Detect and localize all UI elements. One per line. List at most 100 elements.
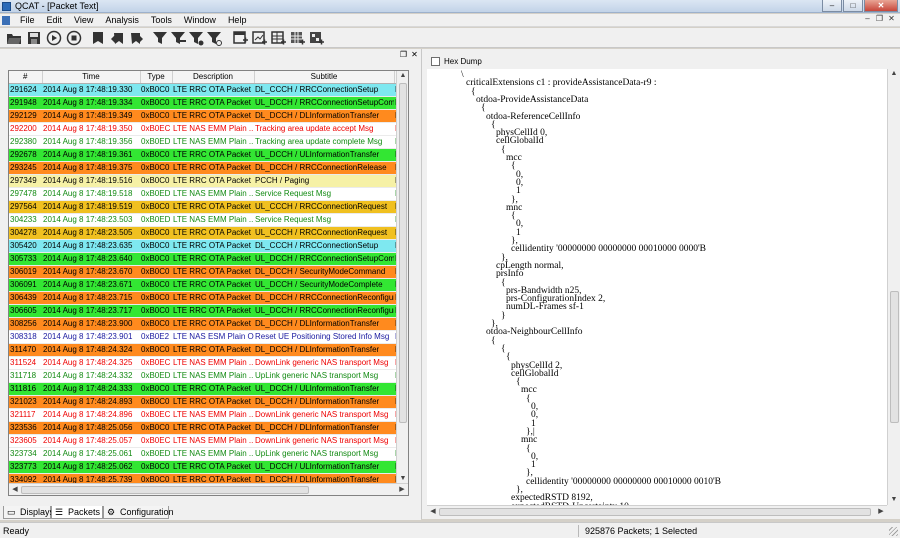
table-row[interactable]: 308318 2014 Aug 8 17:48:23.901 0xB0E2 LTE N…	[9, 330, 408, 344]
scroll-thumb[interactable]	[439, 508, 871, 516]
table-row[interactable]: 293245 2014 Aug 8 17:48:19.375 0xB0C0 LTE R…	[9, 161, 408, 175]
save-icon[interactable]	[26, 30, 42, 46]
scroll-right-icon[interactable]: ▶	[397, 485, 407, 495]
table-row[interactable]: 306091 2014 Aug 8 17:48:23.671 0xB0C0 LTE R…	[9, 278, 408, 292]
close-button[interactable]: ✕	[864, 0, 898, 12]
table-row[interactable]: 297478 2014 Aug 8 17:48:19.518 0xB0ED LTE N…	[9, 187, 408, 201]
bookmark-next-icon[interactable]	[110, 30, 126, 46]
child-close-button[interactable]: ✕	[887, 15, 896, 24]
text-vertical-scrollbar[interactable]: ▲ ▼	[887, 69, 900, 505]
cell-n: 321023	[9, 395, 42, 409]
cell-sub: UL_CCCH / RRCConnectionRequest	[254, 200, 394, 214]
menu-window[interactable]: Window	[178, 14, 222, 27]
table-row[interactable]: 304278 2014 Aug 8 17:48:23.505 0xB0C0 LTE R…	[9, 226, 408, 240]
play-icon[interactable]	[46, 30, 62, 46]
column-subtitle-header[interactable]: Subtitle	[254, 71, 395, 84]
add-graph-icon[interactable]	[251, 30, 267, 46]
table-row[interactable]: 305420 2014 Aug 8 17:48:23.635 0xB0C0 LTE R…	[9, 239, 408, 253]
menu-help[interactable]: Help	[222, 14, 253, 27]
table-row[interactable]: 291948 2014 Aug 8 17:48:19.334 0xB0C0 LTE R…	[9, 96, 408, 110]
table-row[interactable]: 305733 2014 Aug 8 17:48:23.640 0xB0C0 LTE R…	[9, 252, 408, 266]
table-row[interactable]: 323734 2014 Aug 8 17:48:25.061 0xB0ED LTE N…	[9, 447, 408, 461]
scroll-left-icon[interactable]: ◀	[428, 507, 438, 517]
column-type-header[interactable]: Type	[140, 71, 173, 84]
table-row[interactable]: 292200 2014 Aug 8 17:48:19.350 0xB0EC LTE N…	[9, 122, 408, 136]
table-row[interactable]: 297564 2014 Aug 8 17:48:19.519 0xB0C0 LTE R…	[9, 200, 408, 214]
text-horizontal-scrollbar[interactable]: ◀ ▶	[427, 505, 887, 517]
hex-dump-toggle[interactable]: Hex Dump	[431, 56, 482, 67]
float-pane-button[interactable]: ❐	[399, 51, 408, 59]
scroll-right-icon[interactable]: ▶	[876, 507, 886, 517]
cell-sub: DL_DCCH / SecurityModeCommand	[254, 265, 394, 279]
bookmark-icon[interactable]	[90, 30, 106, 46]
bookmark-prev-icon[interactable]	[128, 30, 144, 46]
child-minimize-button[interactable]: –	[863, 15, 872, 24]
table-row[interactable]: 311470 2014 Aug 8 17:48:24.324 0xB0C0 LTE R…	[9, 343, 408, 357]
resize-grip-icon[interactable]	[889, 527, 898, 536]
maximize-button[interactable]: □	[843, 0, 863, 12]
table-row[interactable]: 321117 2014 Aug 8 17:48:24.896 0xB0EC LTE N…	[9, 408, 408, 422]
decoded-text-line: numDL-Frames sf-1	[506, 302, 584, 313]
decoded-text-line: otdoa-ReferenceCellInfo	[486, 111, 581, 122]
column-description-header[interactable]: Description	[172, 71, 255, 84]
cell-sub: Service Request Msg	[254, 213, 394, 227]
add-table-icon[interactable]	[270, 30, 286, 46]
cell-n: 297349	[9, 174, 42, 188]
filter-icon[interactable]	[152, 30, 168, 46]
scroll-thumb[interactable]	[21, 486, 309, 494]
open-folder-icon[interactable]	[6, 30, 22, 46]
packet-vertical-scrollbar[interactable]: ▲ ▼	[396, 71, 408, 484]
tab-configuration[interactable]: ⚙ Configuration	[103, 506, 174, 519]
column-time-header[interactable]: Time	[42, 71, 141, 84]
cell-sub: UL_DCCH / ULInformationTransfer	[254, 460, 394, 474]
menu-edit[interactable]: Edit	[41, 14, 69, 27]
scroll-down-icon[interactable]: ▼	[889, 495, 899, 505]
close-pane-button[interactable]: ✕	[410, 51, 419, 59]
table-row[interactable]: 297349 2014 Aug 8 17:48:19.516 0xB0C0 LTE R…	[9, 174, 408, 188]
filter-edit-icon[interactable]	[170, 30, 186, 46]
stop-icon[interactable]	[66, 30, 82, 46]
table-row[interactable]: 306439 2014 Aug 8 17:48:23.715 0xB0C0 LTE R…	[9, 291, 408, 305]
table-row[interactable]: 311524 2014 Aug 8 17:48:24.325 0xB0EC LTE N…	[9, 356, 408, 370]
packet-horizontal-scrollbar[interactable]: ◀ ▶	[9, 483, 408, 495]
cell-time: 2014 Aug 8 17:48:19.375	[42, 161, 140, 175]
table-row[interactable]: 323605 2014 Aug 8 17:48:25.057 0xB0EC LTE N…	[9, 434, 408, 448]
table-row[interactable]: 323536 2014 Aug 8 17:48:25.056 0xB0C0 LTE R…	[9, 421, 408, 435]
hex-dump-checkbox[interactable]	[431, 57, 440, 66]
table-row[interactable]: 311718 2014 Aug 8 17:48:24.332 0xB0ED LTE N…	[9, 369, 408, 383]
scroll-thumb[interactable]	[399, 83, 407, 423]
table-row[interactable]: 321023 2014 Aug 8 17:48:24.893 0xB0C0 LTE R…	[9, 395, 408, 409]
table-row[interactable]: 306019 2014 Aug 8 17:48:23.670 0xB0C0 LTE R…	[9, 265, 408, 279]
scroll-left-icon[interactable]: ◀	[10, 485, 20, 495]
table-row[interactable]: 292678 2014 Aug 8 17:48:19.361 0xB0C0 LTE R…	[9, 148, 408, 162]
scroll-thumb[interactable]	[890, 291, 899, 423]
table-row[interactable]: 306605 2014 Aug 8 17:48:23.717 0xB0C0 LTE R…	[9, 304, 408, 318]
table-row[interactable]: 292380 2014 Aug 8 17:48:19.356 0xB0ED LTE N…	[9, 135, 408, 149]
filter-clear-icon[interactable]	[206, 30, 222, 46]
menu-tools[interactable]: Tools	[145, 14, 178, 27]
scroll-up-icon[interactable]: ▲	[889, 69, 899, 79]
add-window-icon[interactable]	[232, 30, 248, 46]
add-map-icon[interactable]	[308, 30, 324, 46]
tab-displays[interactable]: ▭ Displays	[3, 506, 54, 519]
table-row[interactable]: 308256 2014 Aug 8 17:48:23.900 0xB0C0 LTE R…	[9, 317, 408, 331]
table-row[interactable]: 304233 2014 Aug 8 17:48:23.503 0xB0ED LTE N…	[9, 213, 408, 227]
table-row[interactable]: 291624 2014 Aug 8 17:48:19.330 0xB0C0 LTE R…	[9, 83, 408, 97]
table-row[interactable]: 292129 2014 Aug 8 17:48:19.349 0xB0C0 LTE R…	[9, 109, 408, 123]
document-icon[interactable]	[2, 16, 10, 25]
table-row[interactable]: 323773 2014 Aug 8 17:48:25.062 0xB0C0 LTE R…	[9, 460, 408, 474]
decoded-text-line: {	[491, 119, 496, 130]
minimize-button[interactable]: –	[822, 0, 842, 12]
decoded-packet-text[interactable]: \ criticalExtensions c1 : provideAssistan…	[427, 69, 887, 505]
column-number-header[interactable]: #	[9, 71, 43, 84]
menu-file[interactable]: File	[14, 14, 41, 27]
add-grid-icon[interactable]	[289, 30, 305, 46]
table-row[interactable]: 311816 2014 Aug 8 17:48:24.333 0xB0C0 LTE R…	[9, 382, 408, 396]
menu-analysis[interactable]: Analysis	[99, 14, 145, 27]
tab-packets[interactable]: ☰ Packets	[51, 506, 103, 519]
child-restore-button[interactable]: ❐	[875, 15, 884, 24]
filter-apply-icon[interactable]	[188, 30, 204, 46]
menu-bar: File Edit View Analysis Tools Window Help – ❐ …	[0, 14, 900, 27]
scroll-up-icon[interactable]: ▲	[398, 71, 408, 81]
menu-view[interactable]: View	[68, 14, 99, 27]
